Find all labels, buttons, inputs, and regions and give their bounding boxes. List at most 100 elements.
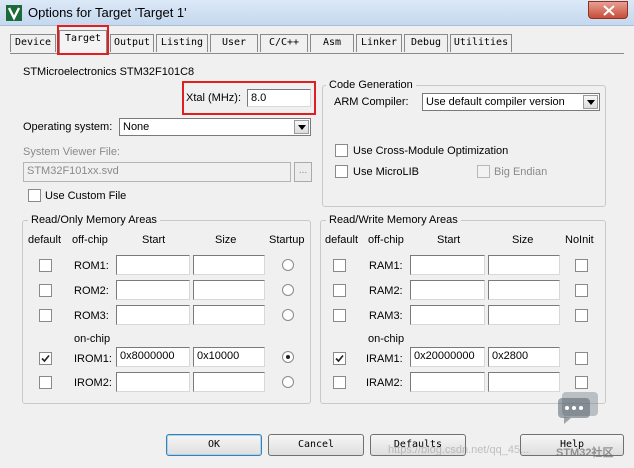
- ram1-start-input[interactable]: [410, 255, 485, 275]
- iram2-start-input[interactable]: [410, 372, 485, 392]
- ram3-start-input[interactable]: [410, 305, 485, 325]
- ro-memory-title: Read/Only Memory Areas: [28, 214, 160, 226]
- ram1-size-input[interactable]: [488, 255, 560, 275]
- tab-linker[interactable]: Linker: [356, 34, 402, 52]
- tab-device[interactable]: Device: [10, 34, 56, 52]
- ram3-noinit-checkbox[interactable]: [575, 309, 588, 322]
- close-icon: [603, 5, 615, 16]
- tab-user[interactable]: User: [210, 34, 258, 52]
- ram3-size-input[interactable]: [488, 305, 560, 325]
- rw-header-size: Size: [512, 234, 534, 246]
- cross-module-label: Use Cross-Module Optimization: [353, 145, 509, 157]
- ram2-size-input[interactable]: [488, 280, 560, 300]
- rw-header-start: Start: [437, 234, 461, 246]
- ro-onchip-label: on-chip: [74, 333, 111, 345]
- irom2-label: IROM2:: [74, 377, 112, 389]
- code-generation-title: Code Generation: [326, 79, 416, 91]
- ro-header-offchip: off-chip: [72, 234, 108, 246]
- irom2-default-checkbox[interactable]: [39, 376, 52, 389]
- irom1-default-checkbox[interactable]: [39, 352, 52, 365]
- rw-memory-title: Read/Write Memory Areas: [326, 214, 461, 226]
- ok-button[interactable]: OK: [166, 434, 262, 456]
- rw-header-default: default: [325, 234, 359, 246]
- ram1-default-checkbox[interactable]: [333, 259, 346, 272]
- iram1-start-input[interactable]: 0x20000000: [410, 347, 485, 367]
- watermark-brand: STM32社区: [556, 447, 614, 459]
- title-bar[interactable]: Options for Target 'Target 1': [0, 0, 634, 26]
- iram2-noinit-checkbox[interactable]: [575, 376, 588, 389]
- os-select-value: None: [123, 121, 150, 133]
- big-endian-label: Big Endian: [494, 166, 548, 178]
- rom2-startup-radio[interactable]: [282, 284, 294, 296]
- use-custom-file-checkbox[interactable]: [28, 189, 41, 202]
- irom1-size-input[interactable]: 0x10000: [193, 347, 265, 367]
- radio-selected-dot: [286, 355, 290, 359]
- rom2-default-checkbox[interactable]: [39, 284, 52, 297]
- tab-debug[interactable]: Debug: [404, 34, 448, 52]
- rom2-start-input[interactable]: [116, 280, 190, 300]
- rom1-start-input[interactable]: [116, 255, 190, 275]
- irom1-label: IROM1:: [74, 353, 112, 365]
- irom2-startup-radio[interactable]: [282, 376, 294, 388]
- close-button[interactable]: [588, 1, 628, 19]
- os-label: Operating system:: [23, 121, 113, 133]
- sysviewer-label: System Viewer File:: [23, 146, 120, 158]
- rom2-size-input[interactable]: [193, 280, 265, 300]
- xtal-input[interactable]: 8.0: [247, 89, 311, 107]
- cross-module-checkbox[interactable]: [335, 144, 348, 157]
- irom2-size-input[interactable]: [193, 372, 265, 392]
- cancel-button[interactable]: Cancel: [268, 434, 364, 456]
- irom1-start-input[interactable]: 0x8000000: [116, 347, 190, 367]
- arm-compiler-select[interactable]: Use default compiler version: [422, 93, 600, 111]
- arm-compiler-value: Use default compiler version: [426, 96, 565, 108]
- window-title: Options for Target 'Target 1': [28, 5, 187, 20]
- os-select[interactable]: None: [119, 118, 311, 136]
- iram1-default-checkbox[interactable]: [333, 352, 346, 365]
- microlib-checkbox[interactable]: [335, 165, 348, 178]
- iram1-size-input[interactable]: 0x2800: [488, 347, 560, 367]
- iram2-default-checkbox[interactable]: [333, 376, 346, 389]
- ram2-start-input[interactable]: [410, 280, 485, 300]
- iram1-noinit-checkbox[interactable]: [575, 352, 588, 365]
- irom1-startup-radio[interactable]: [282, 351, 294, 363]
- checkmark-icon: [41, 354, 50, 363]
- irom2-start-input[interactable]: [116, 372, 190, 392]
- rom1-label: ROM1:: [74, 260, 109, 272]
- arm-compiler-label: ARM Compiler:: [334, 96, 409, 108]
- sysviewer-input: STM32F101xx.svd: [23, 162, 291, 182]
- tab-target[interactable]: Target: [59, 30, 107, 53]
- rom1-default-checkbox[interactable]: [39, 259, 52, 272]
- rw-header-offchip: off-chip: [368, 234, 404, 246]
- ram2-default-checkbox[interactable]: [333, 284, 346, 297]
- iram2-label: IRAM2:: [366, 377, 403, 389]
- ram2-noinit-checkbox[interactable]: [575, 284, 588, 297]
- tab-asm[interactable]: Asm: [310, 34, 354, 52]
- rom1-startup-radio[interactable]: [282, 259, 294, 271]
- ram3-default-checkbox[interactable]: [333, 309, 346, 322]
- rw-onchip-label: on-chip: [368, 333, 405, 345]
- ram1-noinit-checkbox[interactable]: [575, 259, 588, 272]
- ro-header-size: Size: [215, 234, 237, 246]
- sysviewer-browse-button: ...: [294, 162, 312, 182]
- rom3-startup-radio[interactable]: [282, 309, 294, 321]
- tab-c-cpp[interactable]: C/C++: [260, 34, 308, 52]
- ram3-label: RAM3:: [369, 310, 403, 322]
- rom3-size-input[interactable]: [193, 305, 265, 325]
- keil-app-icon: [6, 5, 22, 21]
- arm-compiler-dropdown-arrow[interactable]: [583, 95, 598, 109]
- chevron-down-icon: [587, 100, 595, 105]
- tab-output[interactable]: Output: [110, 34, 154, 52]
- tab-listing[interactable]: Listing: [156, 34, 208, 52]
- ro-header-startup: Startup: [269, 234, 305, 246]
- iram2-size-input[interactable]: [488, 372, 560, 392]
- os-dropdown-arrow[interactable]: [294, 120, 309, 134]
- use-custom-file-label: Use Custom File: [45, 190, 127, 202]
- tab-utilities[interactable]: Utilities: [450, 34, 512, 52]
- rom3-start-input[interactable]: [116, 305, 190, 325]
- rom2-label: ROM2:: [74, 285, 109, 297]
- rom3-default-checkbox[interactable]: [39, 309, 52, 322]
- ram2-label: RAM2:: [369, 285, 403, 297]
- rom1-size-input[interactable]: [193, 255, 265, 275]
- chevron-down-icon: [298, 125, 306, 130]
- device-name: STMicroelectronics STM32F101C8: [23, 66, 195, 78]
